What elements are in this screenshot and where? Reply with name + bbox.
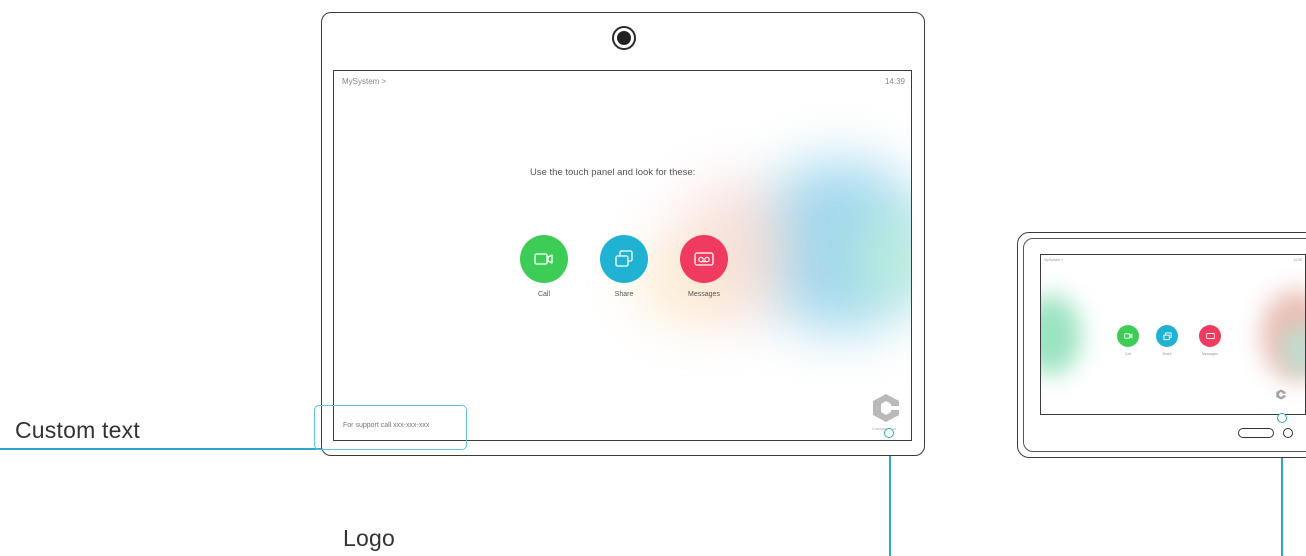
panel-video-icon: [1123, 333, 1132, 339]
room-device-screen: MySystem > 14:39 Use the touch panel and…: [333, 70, 912, 441]
panel-messages-label: Messages: [1202, 352, 1218, 356]
custom-text-callout-label: Custom text: [15, 417, 140, 443]
panel-share-label: Share: [1162, 352, 1172, 356]
logo-anchor-circle-main: [884, 428, 894, 438]
call-button[interactable]: [520, 235, 568, 283]
messages-label: Messages: [688, 291, 720, 298]
custom-text-callout-line: [0, 448, 322, 450]
system-title: MySystem >: [342, 77, 387, 86]
logo-anchor-circle-panel: [1277, 413, 1287, 423]
panel-home-button[interactable]: [1238, 428, 1274, 438]
share-icon: [615, 250, 633, 267]
panel-share-icon: [1162, 331, 1172, 340]
custom-text-highlight: [314, 405, 467, 450]
panel-clock: 14:39: [1293, 258, 1302, 262]
panel-voicemail-icon: [1205, 333, 1215, 339]
messages-button[interactable]: [680, 235, 728, 283]
panel-messages-button[interactable]: [1199, 325, 1221, 347]
video-icon: [534, 253, 553, 265]
camera-icon: [612, 26, 636, 50]
panel-power-button[interactable]: [1283, 428, 1293, 438]
logo-callout-label: Logo: [343, 525, 395, 551]
panel-company-logo-icon: [1276, 389, 1286, 400]
share-label: Share: [614, 291, 634, 298]
instruction-text: Use the touch panel and look for these:: [530, 167, 696, 178]
panel-call-button[interactable]: [1117, 325, 1139, 347]
call-label: Call: [537, 291, 551, 298]
share-button[interactable]: [600, 235, 648, 283]
touch-panel-screen: MySystem > 14:39 Call Share Messages: [1040, 254, 1306, 415]
panel-share-button[interactable]: [1156, 325, 1178, 347]
panel-system-title: MySystem >: [1044, 258, 1064, 262]
panel-glow-green: [1041, 295, 1081, 375]
panel-call-label: Call: [1124, 352, 1132, 356]
clock: 14:39: [884, 77, 905, 86]
voicemail-icon: [694, 252, 714, 266]
company-logo-icon: [873, 394, 899, 422]
